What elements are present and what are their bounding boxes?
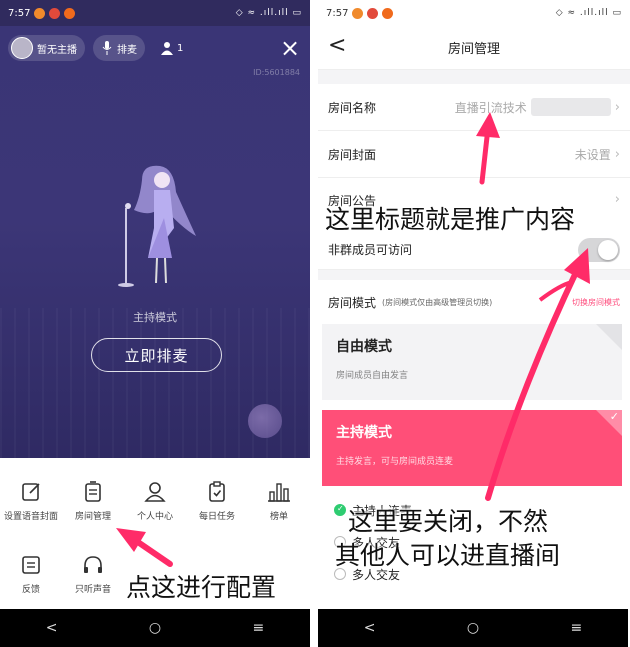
menu-label: 榜单 — [269, 512, 288, 522]
singer-illustration — [118, 165, 196, 287]
app-notification-icon — [34, 7, 46, 19]
menu-item-room-manage[interactable]: 房间管理 — [62, 480, 124, 522]
chevron-right-icon: › — [614, 192, 620, 207]
status-bar: 7:57 ◇ ≈ .ıll.ıll ▭ — [0, 0, 310, 26]
bar-chart-icon — [268, 483, 290, 502]
non-member-access-toggle[interactable] — [578, 237, 620, 262]
app-notification-icon — [382, 7, 394, 19]
nav-menu-button[interactable]: ≡ — [571, 620, 583, 636]
status-time: 7:57 — [326, 7, 349, 19]
chevron-right-icon: › — [614, 146, 620, 162]
nav-back-button[interactable]: < — [46, 620, 58, 636]
app-notification-icon — [352, 7, 364, 19]
status-bar: 7:57 ◇ ≈ .ıll.ıll ▭ — [318, 0, 630, 26]
room-id: ID:5601884 — [253, 68, 300, 77]
free-mode-card[interactable]: 自由模式 房间成员自由发言 — [322, 324, 622, 400]
menu-label: 房间管理 — [74, 512, 111, 522]
queue-label: 排麦 — [117, 44, 137, 56]
queue-now-button[interactable]: 立即排麦 — [91, 338, 222, 372]
page-title: 房间管理 — [447, 42, 500, 57]
avatar — [11, 37, 33, 59]
non-member-access-label: 非群成员可访问 — [328, 243, 413, 257]
menu-item-feedback[interactable]: 反馈 — [0, 553, 62, 595]
host-label: 暂无主播 — [37, 44, 77, 56]
toggle-knob — [598, 239, 618, 260]
blurred-text — [530, 98, 611, 116]
host-mode-card[interactable]: 主持模式 主持发言，可与房间成员连麦 ✓ — [322, 410, 622, 486]
room-name-label: 房间名称 — [328, 100, 377, 115]
nav-menu-button[interactable]: ≡ — [253, 620, 265, 636]
room-cover-row[interactable]: 房间封面 未设置 › — [318, 131, 630, 178]
person-icon — [161, 41, 173, 55]
room-mode-header: 房间模式 (房间模式仅由高级管理员切换) 切换房间模式 — [318, 280, 630, 324]
status-left: 7:57 — [8, 7, 76, 19]
host-pill[interactable]: 暂无主播 — [8, 35, 85, 61]
app-notification-icon — [64, 7, 76, 19]
menu-item-profile[interactable]: 个人中心 — [124, 480, 186, 522]
queue-pill[interactable]: 排麦 — [93, 35, 145, 61]
section-gap — [318, 70, 630, 84]
nav-back-button[interactable]: < — [364, 620, 376, 636]
room-mode-label: 房间模式 — [328, 295, 377, 310]
current-mode-text: 主持模式 — [133, 311, 177, 324]
menu-label: 设置语音封面 — [3, 512, 58, 522]
close-icon[interactable]: × — [278, 36, 302, 60]
annotation-close-note-1: 这里要关闭，不然 — [348, 507, 549, 536]
room-cover-label: 房间封面 — [328, 147, 377, 162]
nav-home-button[interactable]: ○ — [149, 620, 161, 636]
host-mode-desc: 主持发言，可与房间成员连麦 — [336, 457, 454, 467]
microphone-icon — [101, 41, 113, 55]
menu-label: 个人中心 — [136, 512, 173, 522]
free-mode-desc: 房间成员自由发言 — [336, 371, 409, 381]
online-count-pill[interactable]: 1 — [153, 35, 191, 61]
nav-home-button[interactable]: ○ — [467, 620, 479, 636]
free-mode-title: 自由模式 — [336, 339, 392, 355]
room-cover-value: 未设置 — [574, 147, 611, 162]
room-mode-hint: (房间模式仅由高级管理员切换) — [382, 297, 493, 307]
live-room-stage: 暂无主播 排麦 1 × ID:5601884 主持模式 立即排麦 — [0, 26, 310, 458]
room-notice-value-wrap: › — [615, 192, 620, 207]
headphones-icon — [84, 556, 102, 573]
page-header: < 房间管理 — [318, 26, 630, 70]
system-nav-bar: < ○ ≡ — [318, 609, 628, 647]
menu-item-audio-only[interactable]: 只听声音 — [62, 553, 124, 595]
annotation-config-note: 点这进行配置 — [126, 573, 277, 602]
menu-label: 只听声音 — [74, 585, 111, 595]
annotation-title-note: 这里标题就是推广内容 — [325, 205, 576, 234]
screenshot-root: 7:57 ◇ ≈ .ıll.ıll ▭ 暂无主播 排麦 1 × ID:56018… — [0, 0, 630, 647]
radio-checked-icon — [334, 504, 346, 516]
online-count: 1 — [177, 42, 184, 54]
edit-icon — [22, 483, 40, 501]
status-time: 7:57 — [8, 7, 31, 19]
moon-decoration — [248, 404, 282, 438]
room-topbar: 暂无主播 排麦 1 × — [8, 34, 302, 62]
host-mode-title: 主持模式 — [336, 425, 392, 441]
room-name-value: 直播引流技术 — [454, 100, 527, 115]
status-icons: ◇ ≈ .ıll.ıll ▭ — [555, 8, 622, 18]
app-notification-icon — [49, 7, 61, 19]
list-icon — [85, 481, 101, 502]
room-cover-value-wrap: 未设置 › — [575, 146, 620, 163]
back-button[interactable]: < — [328, 34, 346, 58]
status-icons: ◇ ≈ .ıll.ıll ▭ — [235, 8, 302, 18]
status-left: 7:57 — [326, 7, 394, 19]
room-name-row[interactable]: 房间名称 直播引流技术 › — [318, 84, 630, 131]
left-phone: 7:57 ◇ ≈ .ıll.ıll ▭ 暂无主播 排麦 1 × ID:56018… — [0, 0, 310, 647]
menu-item-cover[interactable]: 设置语音封面 — [0, 480, 62, 522]
person-icon — [144, 482, 166, 502]
menu-item-ranking[interactable]: 榜单 — [248, 480, 310, 522]
annotation-close-note-2: 其他人可以进直播间 — [335, 541, 561, 570]
clipboard-icon — [209, 481, 225, 502]
switch-mode-link[interactable]: 切换房间模式 — [572, 297, 620, 308]
app-notification-icon — [367, 7, 379, 19]
chevron-right-icon: › — [614, 99, 620, 115]
menu-item-daily-task[interactable]: 每日任务 — [186, 480, 248, 522]
section-gap — [318, 270, 630, 280]
menu-label: 每日任务 — [198, 512, 235, 522]
menu-label: 反馈 — [21, 585, 40, 595]
feedback-icon — [22, 556, 40, 574]
system-nav-bar: < ○ ≡ — [0, 609, 310, 647]
room-name-value-wrap: 直播引流技术 › — [455, 98, 620, 116]
